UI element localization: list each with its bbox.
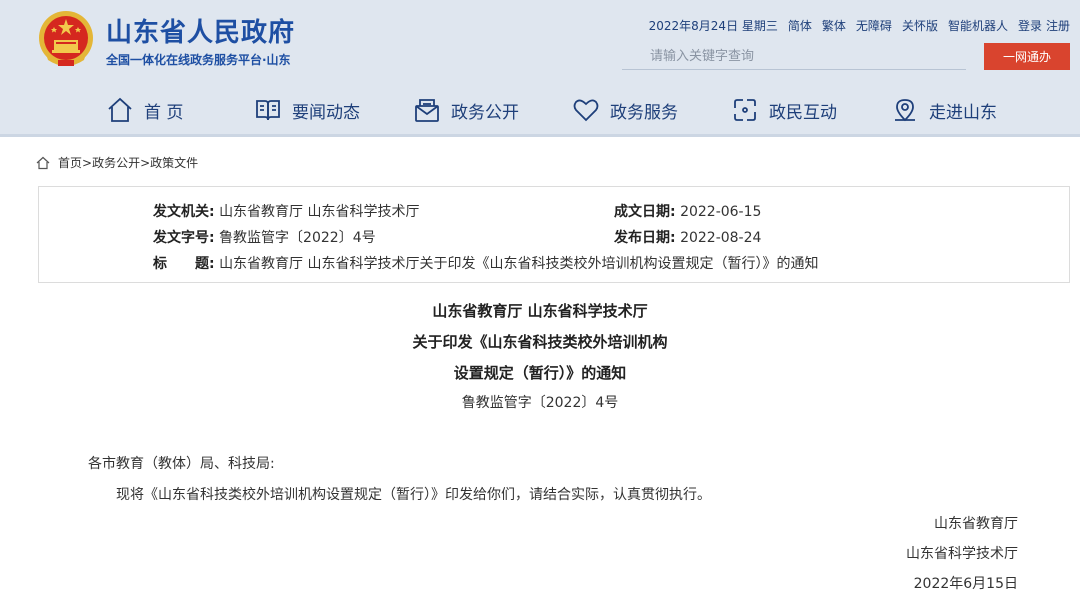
interaction-icon	[734, 99, 756, 121]
signature-education-dept: 山东省教育厅	[934, 516, 1018, 532]
main-nav: 首 页 要闻动态 政务公开 政务服务 政民互动 走进山东	[0, 88, 1080, 132]
breadcrumb-separator: >	[140, 156, 151, 170]
document-title-line-2: 关于印发《山东省科技类校外培训机构	[412, 333, 668, 351]
search-input[interactable]	[622, 44, 966, 68]
doc-title-value: 山东省教育厅 山东省科学技术厅关于印发《山东省科技类校外培训机构设置规定（暂行）…	[219, 256, 819, 272]
heart-icon	[573, 99, 599, 122]
login-link[interactable]: 登录	[1018, 17, 1042, 34]
document-title-line-3: 设置规定（暂行）》的通知	[453, 364, 627, 382]
date-created-row: 成文日期: 2022-06-15	[614, 201, 761, 221]
current-date: 2022年8月24日 星期三	[648, 19, 778, 33]
issuer-value: 山东省教育厅 山东省科学技术厅	[219, 204, 420, 220]
elderly-care-mode-link[interactable]: 关怀版	[902, 17, 938, 34]
doc-number-key: 发文字号:	[153, 230, 215, 246]
doc-title-row: 标 题: 山东省教育厅 山东省科学技术厅关于印发《山东省科技类校外培训机构设置规…	[153, 253, 819, 273]
home-icon	[36, 156, 50, 169]
national-emblem-icon	[39, 11, 93, 66]
document-paragraph: 现将《山东省科技类校外培训机构设置规定（暂行）》印发给你们，请结合实际，认真贯彻…	[116, 487, 711, 503]
nav-label: 要闻动态	[292, 102, 360, 123]
site-header: 山东省人民政府 全国一体化在线政务服务平台·山东 2022年8月24日 星期三 …	[0, 0, 1080, 137]
book-icon	[256, 100, 280, 121]
nav-item-news[interactable]: 要闻动态	[254, 88, 360, 132]
site-title[interactable]: 山东省人民政府	[106, 12, 295, 49]
nav-item-interaction[interactable]: 政民互动	[731, 88, 837, 132]
issuer-row: 发文机关: 山东省教育厅 山东省科学技术厅	[153, 201, 420, 221]
nav-item-government-affairs[interactable]: 政务公开	[413, 88, 519, 132]
top-utility-bar: 2022年8月24日 星期三 简体 繁体 无障碍 关怀版 智能机器人 登录 注册	[649, 17, 1070, 34]
simplified-chinese-link[interactable]: 简体	[788, 17, 812, 34]
home-icon	[108, 97, 132, 122]
doc-number-row: 发文字号: 鲁教监管字〔2022〕4号	[153, 227, 376, 247]
document-number: 鲁教监管字〔2022〕4号	[461, 395, 619, 411]
accessibility-link[interactable]: 无障碍	[856, 17, 892, 34]
breadcrumb-separator: >	[82, 156, 93, 170]
breadcrumb-policy-documents-link[interactable]: 政策文件	[150, 156, 198, 170]
nav-label: 政民互动	[769, 102, 837, 123]
signature-date: 2022年6月15日	[913, 576, 1018, 592]
document-title-line-1: 山东省教育厅 山东省科学技术厅	[432, 302, 648, 320]
location-icon	[895, 99, 915, 122]
smart-robot-link[interactable]: 智能机器人	[948, 17, 1008, 34]
doc-number-value: 鲁教监管字〔2022〕4号	[219, 230, 376, 246]
nav-label: 首 页	[144, 102, 184, 123]
nav-label: 政务公开	[451, 102, 519, 123]
traditional-chinese-link[interactable]: 繁体	[822, 17, 846, 34]
document-salutation: 各市教育（教体）局、科技局:	[88, 456, 275, 472]
nav-item-home[interactable]: 首 页	[106, 88, 183, 132]
breadcrumb: 首页>政务公开>政策文件	[36, 154, 198, 171]
nav-label: 政务服务	[610, 102, 678, 123]
search-box	[622, 44, 966, 70]
date-published-row: 发布日期: 2022-08-24	[614, 227, 761, 247]
nav-item-about-shandong[interactable]: 走进山东	[891, 88, 997, 132]
issuer-key: 发文机关:	[153, 204, 215, 220]
mail-icon	[415, 99, 439, 122]
doc-title-key: 标 题:	[153, 256, 215, 272]
nav-label: 走进山东	[929, 102, 997, 123]
breadcrumb-government-affairs-link[interactable]: 政务公开	[92, 156, 140, 170]
date-created-value: 2022-06-15	[680, 204, 762, 220]
signature-science-dept: 山东省科学技术厅	[906, 546, 1018, 562]
date-created-key: 成文日期:	[614, 204, 676, 220]
date-published-value: 2022-08-24	[680, 230, 762, 246]
breadcrumb-home-link[interactable]: 首页	[58, 156, 82, 170]
date-published-key: 发布日期:	[614, 230, 676, 246]
one-stop-service-button[interactable]: 一网通办	[984, 43, 1070, 70]
register-link[interactable]: 注册	[1046, 17, 1070, 34]
document-metadata-box: 发文机关: 山东省教育厅 山东省科学技术厅 成文日期: 2022-06-15 发…	[38, 186, 1070, 283]
site-subtitle: 全国一体化在线政务服务平台·山东	[106, 53, 291, 67]
nav-item-services[interactable]: 政务服务	[572, 88, 678, 132]
